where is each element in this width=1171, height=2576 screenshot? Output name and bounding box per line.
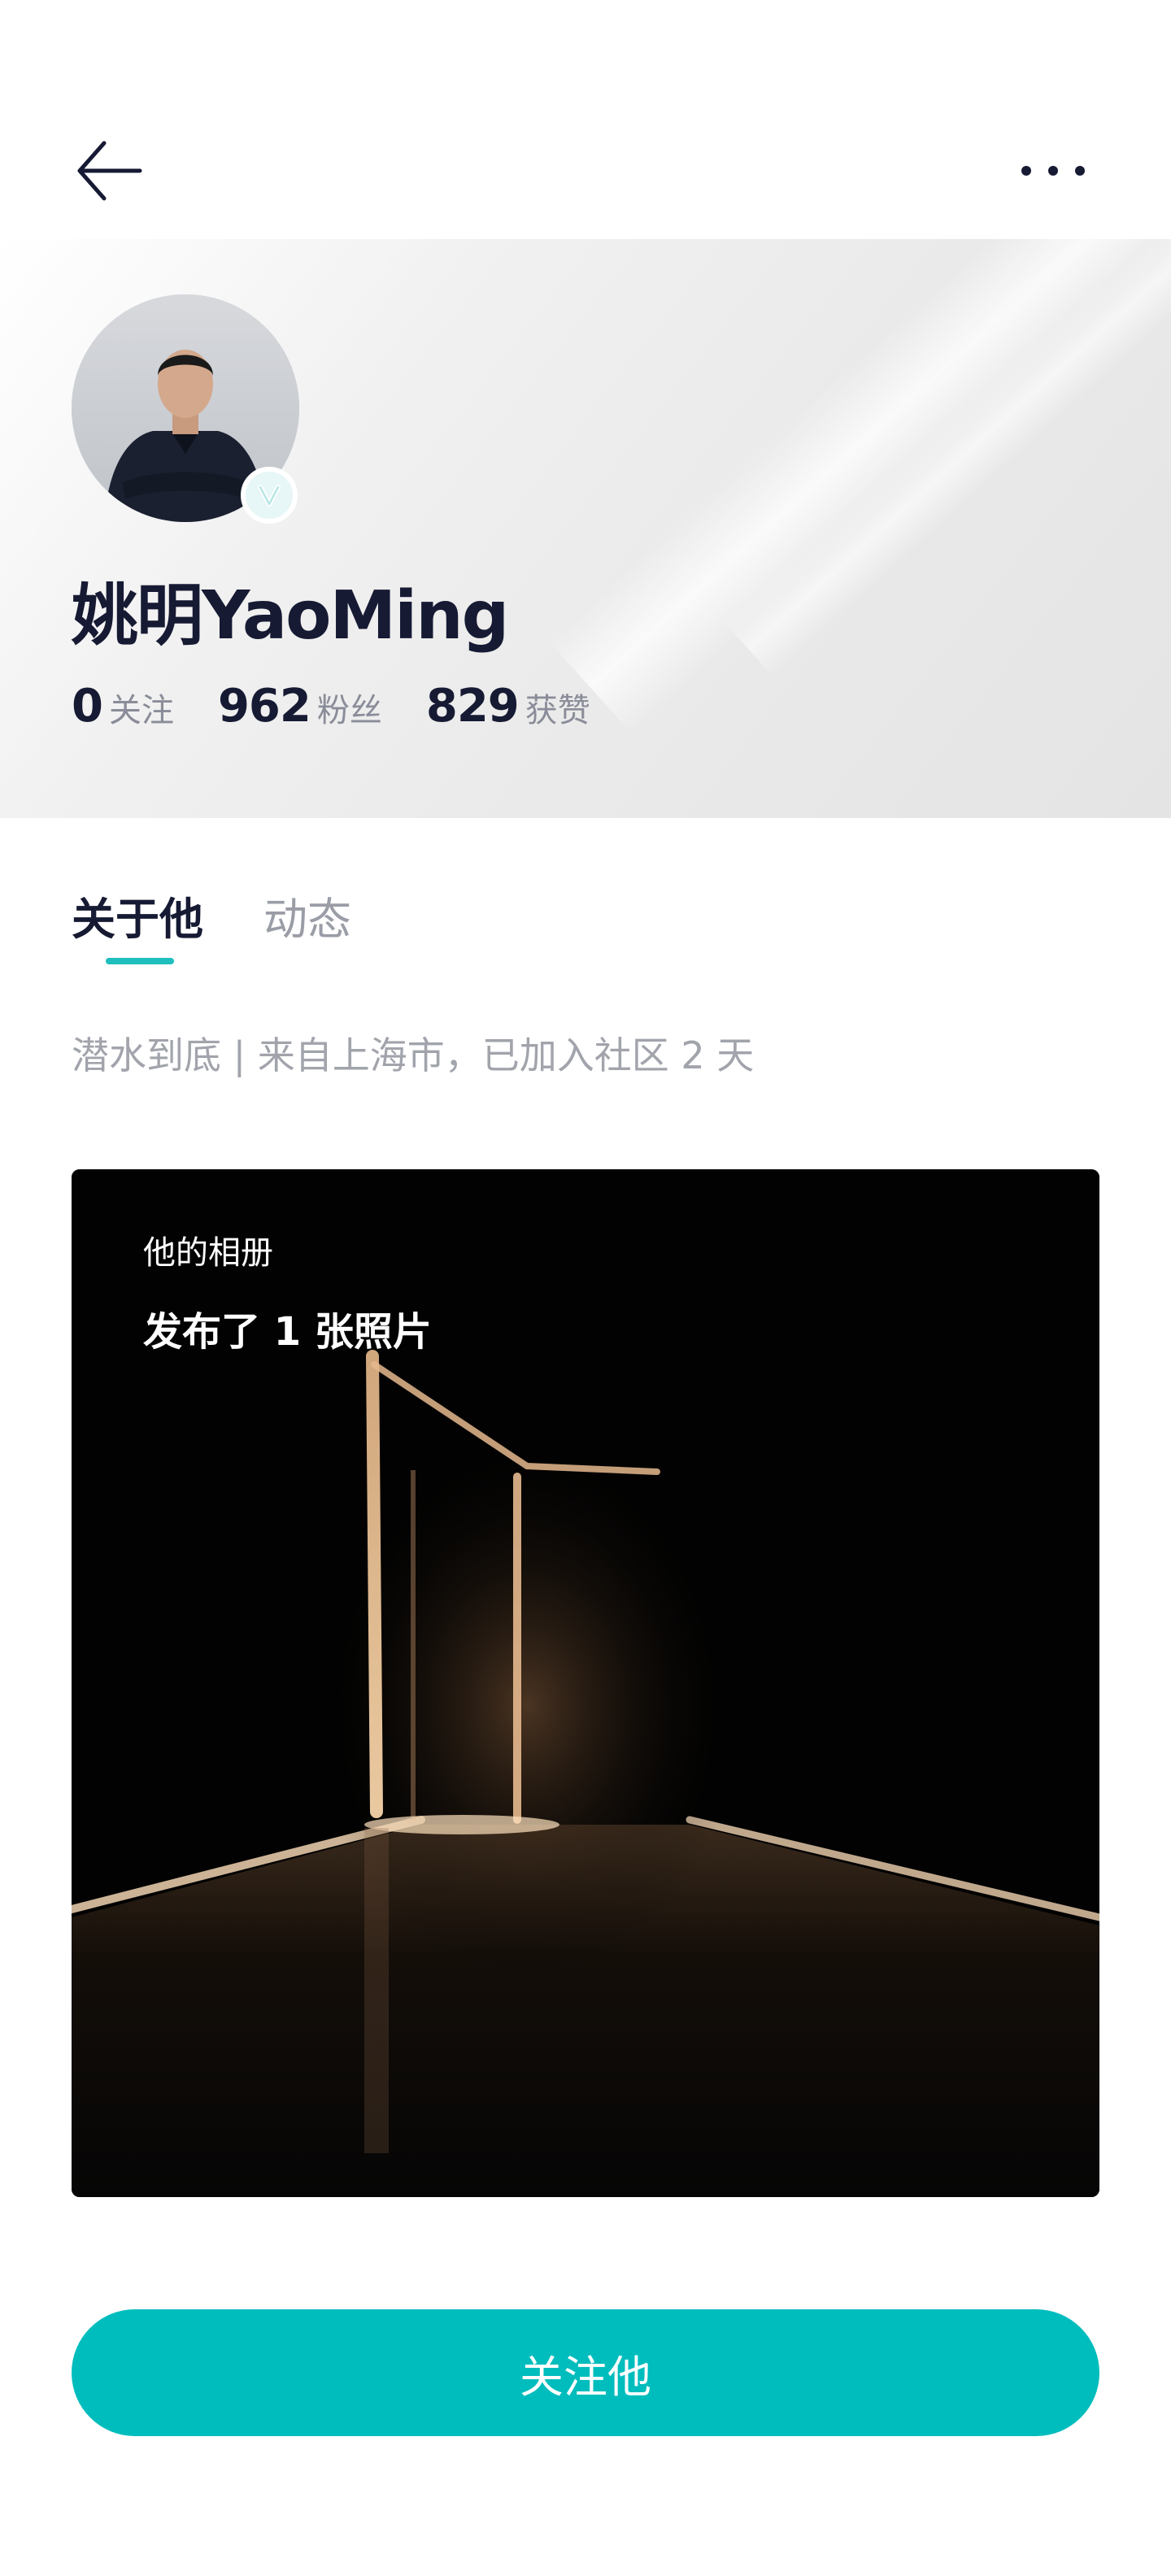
stat-label: 关注 bbox=[108, 692, 174, 729]
profile-stats: 0 关注 962 粉丝 829 获赞 bbox=[72, 680, 634, 737]
arrow-left-icon bbox=[77, 141, 142, 201]
tab-label: 动态 bbox=[263, 894, 351, 945]
verified-badge bbox=[241, 467, 298, 524]
follow-button[interactable]: 关注他 bbox=[72, 2309, 1099, 2436]
profile-page: 姚明YaoMing 0 关注 962 粉丝 829 获赞 关于他 动态 潜水到底… bbox=[0, 0, 1171, 2576]
stat-value: 0 bbox=[72, 680, 103, 733]
profile-tabs: 关于他 动态 bbox=[72, 883, 411, 973]
tab-about[interactable]: 关于他 bbox=[72, 883, 203, 964]
stat-following[interactable]: 0 关注 bbox=[72, 680, 174, 733]
back-button[interactable] bbox=[72, 130, 153, 211]
stat-followers[interactable]: 962 粉丝 bbox=[218, 680, 382, 733]
album-card[interactable]: 他的相册 发布了 1 张照片 bbox=[72, 1169, 1099, 2197]
profile-bio: 潜水到底 | 来自上海市，已加入社区 2 天 bbox=[72, 1033, 755, 1077]
verified-v-icon bbox=[258, 485, 281, 507]
tab-activity[interactable]: 动态 bbox=[263, 883, 351, 964]
album-label: 他的相册 bbox=[143, 1234, 273, 1272]
active-tab-indicator bbox=[106, 958, 174, 964]
profile-name: 姚明YaoMing bbox=[72, 577, 509, 655]
stat-label: 粉丝 bbox=[316, 692, 382, 729]
tab-label: 关于他 bbox=[72, 894, 203, 945]
stat-value: 829 bbox=[425, 680, 520, 733]
stat-label: 获赞 bbox=[525, 692, 590, 729]
stat-likes[interactable]: 829 获赞 bbox=[426, 680, 590, 733]
more-button[interactable] bbox=[1008, 138, 1098, 203]
album-count: 发布了 1 张照片 bbox=[143, 1309, 432, 1355]
top-nav bbox=[0, 0, 1171, 239]
stat-value: 962 bbox=[217, 680, 311, 733]
ellipsis-icon bbox=[1021, 166, 1085, 176]
